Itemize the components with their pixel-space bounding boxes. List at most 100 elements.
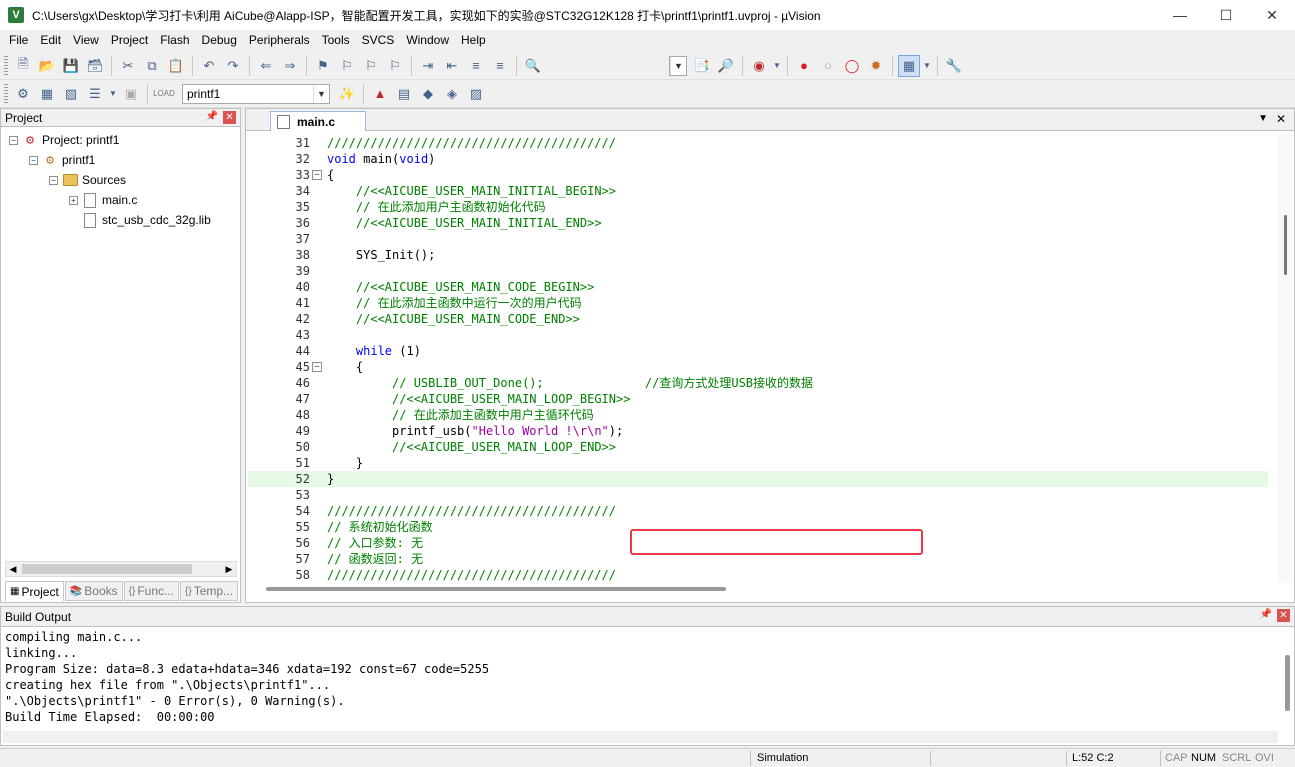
select-packs-icon[interactable]: ▤ (393, 83, 415, 105)
menu-window[interactable]: Window (400, 30, 455, 50)
cut-icon[interactable]: ✂ (117, 55, 139, 77)
tab-main-c[interactable]: main.c (270, 111, 366, 131)
menu-peripherals[interactable]: Peripherals (243, 30, 316, 50)
code-line-49[interactable]: 49 printf_usb("Hello World !\r\n"); (248, 423, 1268, 439)
build-output-scroll-thumb[interactable] (1285, 655, 1290, 711)
code-line-45[interactable]: 45− { (248, 359, 1268, 375)
code-line-58[interactable]: 58 //////////////////////////////////////… (248, 567, 1268, 583)
disable-all-breakpoints-icon[interactable]: ◯ (841, 55, 863, 77)
download-load-icon[interactable]: LOAD (153, 83, 175, 105)
scroll-thumb[interactable] (1284, 215, 1287, 275)
uncomment-icon[interactable]: ≡ (489, 55, 511, 77)
code-line-33[interactable]: 33−{ (248, 167, 1268, 183)
close-icon[interactable]: ✕ (1276, 112, 1286, 126)
maximize-button[interactable]: ☐ (1203, 0, 1249, 30)
menu-file[interactable]: File (3, 30, 34, 50)
tree-file-main-c[interactable]: + main.c (69, 190, 137, 210)
collapse-icon[interactable]: − (29, 155, 38, 165)
code-line-40[interactable]: 40 //<<AICUBE_USER_MAIN_CODE_BEGIN>> (248, 279, 1268, 295)
fold-toggle-icon[interactable]: − (312, 170, 322, 180)
code-line-51[interactable]: 51 } (248, 455, 1268, 471)
scroll-left-icon[interactable]: ◀ (6, 562, 20, 576)
configure-wrench-icon[interactable]: 🔧 (943, 55, 965, 77)
find-icon[interactable]: 📑 (691, 55, 713, 77)
copy-icon[interactable]: ⧉ (141, 55, 163, 77)
navigate-forward-icon[interactable]: ⇒ (279, 55, 301, 77)
menu-debug[interactable]: Debug (196, 30, 243, 50)
open-file-icon[interactable]: 📂 (36, 55, 58, 77)
debug-session-icon[interactable]: ◉ (748, 55, 770, 77)
code-line-36[interactable]: 36 //<<AICUBE_USER_MAIN_INITIAL_END>> (248, 215, 1268, 231)
code-line-48[interactable]: 48 // 在此添加主函数中用户主循环代码 (248, 407, 1268, 423)
code-line-44[interactable]: 44 while (1) (248, 343, 1268, 359)
indent-icon[interactable]: ⇥ (417, 55, 439, 77)
menu-edit[interactable]: Edit (34, 30, 67, 50)
redo-icon[interactable]: ↷ (222, 55, 244, 77)
translate-icon[interactable]: ⚙ (12, 83, 34, 105)
comment-icon[interactable]: ≡ (465, 55, 487, 77)
code-line-35[interactable]: 35 // 在此添加用户主函数初始化代码 (248, 199, 1268, 215)
find-dropdown[interactable]: ▼ (669, 56, 687, 76)
chevron-down-icon[interactable]: ▼ (922, 55, 932, 77)
pin-icon[interactable]: 📌 (1260, 609, 1272, 620)
undo-icon[interactable]: ↶ (198, 55, 220, 77)
code-line-43[interactable]: 43 (248, 327, 1268, 343)
next-bookmark-icon[interactable]: ⚐ (360, 55, 382, 77)
build-icon[interactable]: ▦ (36, 83, 58, 105)
tab-books[interactable]: 📚 Books (64, 581, 123, 601)
code-line-54[interactable]: 54 //////////////////////////////////////… (248, 503, 1268, 519)
toolbar-grip[interactable] (4, 55, 8, 76)
menu-view[interactable]: View (67, 30, 105, 50)
tree-file-lib[interactable]: stc_usb_cdc_32g.lib (82, 210, 211, 230)
code-line-52[interactable]: 52} (248, 471, 1268, 487)
project-horizontal-scrollbar[interactable]: ◀ ▶ (5, 561, 237, 577)
incremental-find-icon[interactable]: 🔎 (715, 55, 737, 77)
save-icon[interactable]: 💾 (60, 55, 82, 77)
editor-horizontal-scrollbar[interactable] (266, 587, 726, 591)
close-icon[interactable]: ✕ (1277, 609, 1290, 622)
code-line-50[interactable]: 50 //<<AICUBE_USER_MAIN_LOOP_END>> (248, 439, 1268, 455)
tree-project-root[interactable]: − ⚙ Project: printf1 (9, 130, 119, 150)
scroll-thumb[interactable] (22, 564, 192, 574)
code-line-46[interactable]: 46 // USBLIB_OUT_Done(); //查询方式处理USB接收的数… (248, 375, 1268, 391)
stop-build-icon[interactable]: ▣ (120, 83, 142, 105)
clear-bookmarks-icon[interactable]: ⚐ (384, 55, 406, 77)
code-line-37[interactable]: 37 (248, 231, 1268, 247)
expand-icon[interactable]: + (69, 195, 78, 205)
batch-build-icon[interactable]: ☰ (84, 83, 106, 105)
build-output-horizontal-scrollbar[interactable] (3, 731, 1278, 743)
tab-functions[interactable]: {} Func... (123, 581, 179, 601)
menu-flash[interactable]: Flash (154, 30, 195, 50)
collapse-icon[interactable]: − (9, 135, 18, 145)
unindent-icon[interactable]: ⇤ (441, 55, 463, 77)
minimize-button[interactable]: — (1157, 0, 1203, 30)
close-window-button[interactable]: ✕ (1249, 0, 1295, 30)
find-in-files-icon[interactable]: 🔍 (522, 55, 544, 77)
code-line-38[interactable]: 38 SYS_Init(); (248, 247, 1268, 263)
editor-vertical-scrollbar[interactable] (1278, 135, 1292, 583)
code-line-31[interactable]: 31 //////////////////////////////////////… (248, 135, 1268, 151)
rebuild-icon[interactable]: ▧ (60, 83, 82, 105)
code-line-39[interactable]: 39 (248, 263, 1268, 279)
pin-icon[interactable]: 📌 (206, 111, 218, 122)
chevron-down-icon[interactable]: ▼ (1258, 113, 1268, 124)
collapse-icon[interactable]: − (49, 175, 58, 185)
bookmark-icon[interactable]: ⚑ (312, 55, 334, 77)
code-line-47[interactable]: 47 //<<AICUBE_USER_MAIN_LOOP_BEGIN>> (248, 391, 1268, 407)
disable-breakpoint-icon[interactable]: ○ (817, 55, 839, 77)
stc-tool-icon[interactable]: ▨ (465, 83, 487, 105)
code-line-32[interactable]: 32 void main(void) (248, 151, 1268, 167)
manage-rte-icon[interactable]: ◆ (417, 83, 439, 105)
menu-project[interactable]: Project (105, 30, 154, 50)
menu-tools[interactable]: Tools (316, 30, 356, 50)
fold-toggle-icon[interactable]: − (312, 362, 322, 372)
chevron-down-icon[interactable]: ▼ (772, 55, 782, 77)
breakpoint-icon[interactable]: ● (793, 55, 815, 77)
code-editor[interactable]: 31 //////////////////////////////////////… (248, 135, 1278, 583)
code-line-53[interactable]: 53 (248, 487, 1268, 503)
chevron-down-icon[interactable]: ▼ (108, 83, 118, 105)
tree-target[interactable]: − ⚙ printf1 (29, 150, 95, 170)
paste-icon[interactable]: 📋 (165, 55, 187, 77)
menu-help[interactable]: Help (455, 30, 492, 50)
navigate-back-icon[interactable]: ⇐ (255, 55, 277, 77)
